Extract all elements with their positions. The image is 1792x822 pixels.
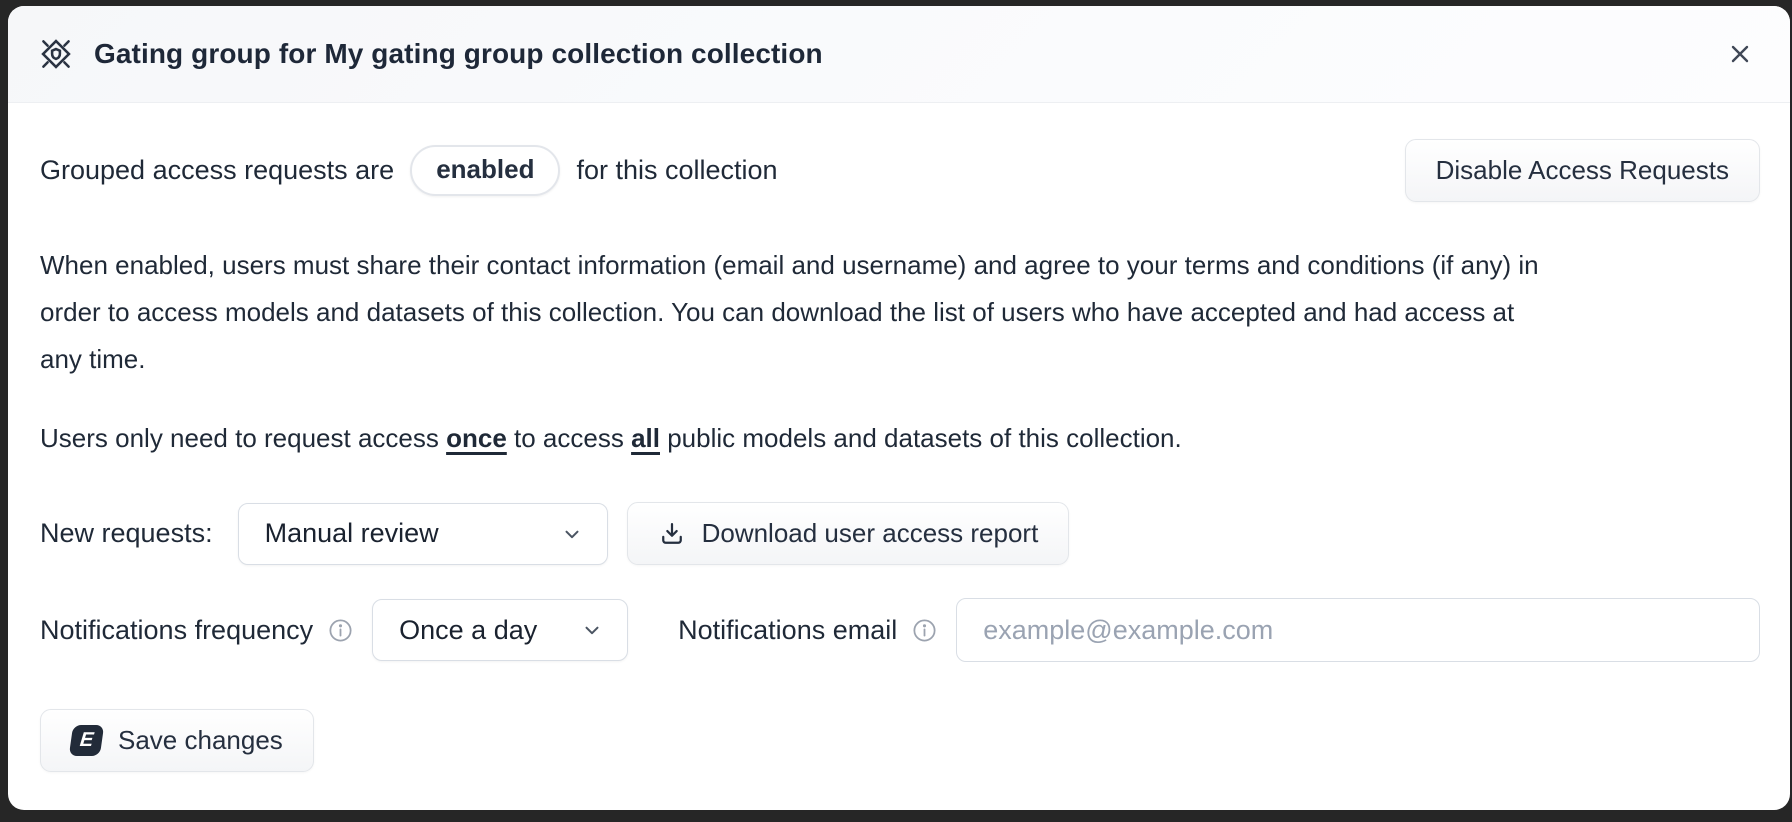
status-text: Grouped access requests are enabled for … — [40, 145, 778, 196]
info-icon[interactable] — [911, 617, 938, 644]
new-requests-select-value: Manual review — [265, 518, 439, 549]
close-button[interactable] — [1720, 34, 1760, 74]
status-row: Grouped access requests are enabled for … — [40, 139, 1760, 202]
enterprise-icon: E — [69, 725, 104, 756]
download-user-access-report-button[interactable]: Download user access report — [627, 502, 1070, 565]
notifications-email-input[interactable] — [956, 598, 1760, 662]
modal-body: Grouped access requests are enabled for … — [8, 103, 1790, 810]
info-icon[interactable] — [327, 617, 354, 644]
chevron-down-icon — [581, 619, 603, 641]
notifications-email-label: Notifications email — [678, 615, 897, 646]
note-prefix: Users only need to request access — [40, 423, 446, 453]
download-button-label: Download user access report — [702, 518, 1039, 549]
notifications-row: Notifications frequency Once a day Notif… — [40, 598, 1760, 662]
status-badge: enabled — [410, 145, 560, 196]
notifications-frequency-select[interactable]: Once a day — [372, 599, 628, 661]
download-icon — [658, 520, 686, 548]
new-requests-select[interactable]: Manual review — [238, 503, 608, 565]
modal-header: Gating group for My gating group collect… — [8, 6, 1790, 103]
note-suffix: public models and datasets of this colle… — [660, 423, 1182, 453]
status-text-before: Grouped access requests are — [40, 155, 394, 186]
gating-group-modal: Gating group for My gating group collect… — [8, 6, 1790, 810]
note-all: all — [631, 423, 660, 453]
modal-title: Gating group for My gating group collect… — [94, 38, 823, 70]
save-changes-button[interactable]: E Save changes — [40, 709, 314, 772]
save-row: E Save changes — [40, 709, 1760, 772]
notifications-frequency-label: Notifications frequency — [40, 615, 313, 646]
gating-group-icon — [38, 36, 74, 72]
close-icon — [1728, 42, 1752, 66]
note-paragraph: Users only need to request access once t… — [40, 423, 1760, 454]
save-button-label: Save changes — [118, 725, 283, 756]
chevron-down-icon — [561, 523, 583, 545]
disable-access-requests-button[interactable]: Disable Access Requests — [1405, 139, 1760, 202]
status-text-after: for this collection — [576, 155, 777, 186]
new-requests-row: New requests: Manual review Download use… — [40, 502, 1760, 565]
note-once: once — [446, 423, 507, 453]
description-paragraph: When enabled, users must share their con… — [40, 242, 1560, 383]
notifications-frequency-select-value: Once a day — [399, 615, 537, 646]
new-requests-label: New requests: — [40, 518, 213, 549]
note-middle: to access — [507, 423, 631, 453]
